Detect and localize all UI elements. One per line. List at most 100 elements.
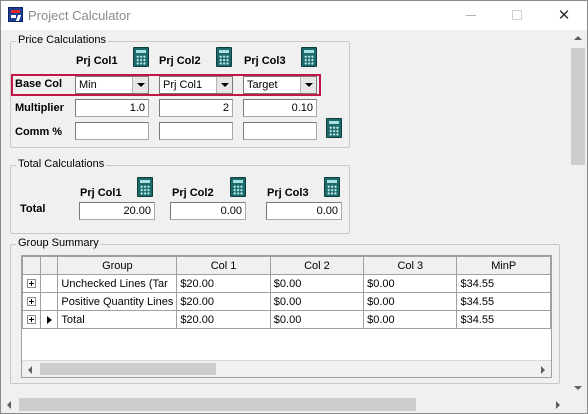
dropdown-arrow-icon[interactable] bbox=[300, 77, 316, 93]
summary-table: Group Col 1 Col 2 Col 3 MinP Unchecked L… bbox=[22, 256, 551, 329]
grid-horizontal-scrollbar[interactable] bbox=[22, 360, 551, 377]
cell-col1[interactable]: $20.00 bbox=[176, 274, 271, 293]
close-icon: ✕ bbox=[557, 7, 571, 24]
comm-field-2[interactable] bbox=[159, 122, 233, 140]
summary-group-label: Group Summary bbox=[16, 237, 101, 249]
calculator-icon[interactable] bbox=[216, 47, 232, 67]
multiplier-field-2[interactable]: 2 bbox=[159, 99, 233, 117]
table-row[interactable]: Unchecked Lines (Tar $20.00 $0.00 $0.00 … bbox=[22, 274, 551, 293]
cell-col2[interactable]: $0.00 bbox=[269, 292, 365, 311]
indicator-column-header bbox=[39, 256, 59, 275]
maximize-icon bbox=[512, 10, 522, 20]
window-vertical-scrollbar[interactable] bbox=[569, 30, 587, 396]
table-row[interactable]: Positive Quantity Lines $20.00 $0.00 $0.… bbox=[22, 292, 551, 311]
price-col1-header: Prj Col1 bbox=[76, 55, 118, 67]
multiplier-field-1[interactable]: 1.0 bbox=[75, 99, 149, 117]
comm-field-1[interactable] bbox=[75, 122, 149, 140]
total-label: Total bbox=[20, 203, 46, 215]
expand-plus-icon[interactable] bbox=[26, 297, 36, 307]
base-col-value-2: Prj Col1 bbox=[163, 79, 203, 91]
minimize-icon bbox=[466, 15, 476, 16]
scrollbar-corner bbox=[569, 396, 587, 413]
calculator-icon[interactable] bbox=[230, 177, 246, 197]
window-vscroll-thumb[interactable] bbox=[571, 48, 585, 165]
scroll-left-button[interactable] bbox=[22, 361, 39, 377]
column-header-minp[interactable]: MinP bbox=[456, 256, 551, 275]
close-button[interactable]: ✕ bbox=[541, 1, 587, 30]
price-col3-header: Prj Col3 bbox=[244, 55, 286, 67]
maximize-button[interactable] bbox=[494, 1, 540, 30]
calculator-icon[interactable] bbox=[133, 47, 149, 67]
cell-col2[interactable]: $0.00 bbox=[269, 310, 365, 329]
window-horizontal-scrollbar[interactable] bbox=[1, 396, 569, 413]
calculator-icon[interactable] bbox=[326, 118, 342, 138]
total-col3-header: Prj Col3 bbox=[267, 187, 309, 199]
cell-minp[interactable]: $34.55 bbox=[456, 310, 551, 329]
app-window: Project Calculator ✕ Price Calculations … bbox=[0, 0, 588, 414]
total-field-1[interactable]: 20.00 bbox=[79, 202, 155, 220]
group-summary-grid: Group Col 1 Col 2 Col 3 MinP Unchecked L… bbox=[21, 255, 552, 378]
base-col-select-3[interactable]: Target bbox=[243, 76, 317, 94]
expand-plus-icon[interactable] bbox=[26, 279, 36, 289]
cell-col3[interactable]: $0.00 bbox=[363, 274, 458, 293]
scroll-left-icon[interactable] bbox=[7, 401, 11, 409]
base-col-label: Base Col bbox=[15, 78, 63, 90]
column-header-col3[interactable]: Col 3 bbox=[363, 256, 458, 275]
cell-group[interactable]: Positive Quantity Lines bbox=[57, 292, 178, 311]
total-col2-header: Prj Col2 bbox=[172, 187, 214, 199]
calculator-icon[interactable] bbox=[324, 177, 340, 197]
expand-cell[interactable] bbox=[22, 292, 41, 311]
price-group-label: Price Calculations bbox=[16, 34, 109, 46]
total-field-3[interactable]: 0.00 bbox=[266, 202, 342, 220]
scroll-right-icon[interactable] bbox=[556, 401, 560, 409]
expand-column-header bbox=[22, 256, 41, 275]
window-title: Project Calculator bbox=[28, 8, 131, 23]
minimize-button[interactable] bbox=[448, 1, 494, 30]
app-logo-icon bbox=[8, 7, 23, 22]
row-indicator-cell bbox=[39, 274, 59, 293]
scroll-left-icon bbox=[28, 366, 32, 374]
multiplier-label: Multiplier bbox=[15, 102, 64, 114]
table-row[interactable]: Total $20.00 $0.00 $0.00 $34.55 bbox=[22, 310, 551, 329]
column-header-col1[interactable]: Col 1 bbox=[176, 256, 271, 275]
base-col-value-3: Target bbox=[247, 79, 278, 91]
scroll-right-icon bbox=[541, 366, 545, 374]
total-field-2[interactable]: 0.00 bbox=[170, 202, 246, 220]
base-col-select-1[interactable]: Min bbox=[75, 76, 149, 94]
base-col-select-2[interactable]: Prj Col1 bbox=[159, 76, 233, 94]
row-indicator-cell bbox=[39, 310, 59, 329]
calculator-icon[interactable] bbox=[301, 47, 317, 67]
cell-col3[interactable]: $0.00 bbox=[363, 310, 458, 329]
calculator-icon[interactable] bbox=[137, 177, 153, 197]
window-hscroll-thumb[interactable] bbox=[19, 398, 416, 411]
cell-col2[interactable]: $0.00 bbox=[269, 274, 365, 293]
expand-cell[interactable] bbox=[22, 274, 41, 293]
cell-group[interactable]: Unchecked Lines (Tar bbox=[57, 274, 178, 293]
cell-minp[interactable]: $34.55 bbox=[456, 292, 551, 311]
base-col-value-1: Min bbox=[79, 79, 97, 91]
comm-percent-label: Comm % bbox=[15, 126, 63, 138]
cell-col1[interactable]: $20.00 bbox=[176, 292, 271, 311]
price-col2-header: Prj Col2 bbox=[159, 55, 201, 67]
table-header-row: Group Col 1 Col 2 Col 3 MinP bbox=[22, 256, 551, 275]
dropdown-arrow-icon[interactable] bbox=[132, 77, 148, 93]
cell-col3[interactable]: $0.00 bbox=[363, 292, 458, 311]
cell-group[interactable]: Total bbox=[57, 310, 178, 329]
total-group-label: Total Calculations bbox=[16, 158, 107, 170]
expand-plus-icon[interactable] bbox=[26, 315, 36, 325]
cell-col1[interactable]: $20.00 bbox=[176, 310, 271, 329]
scroll-up-icon[interactable] bbox=[574, 36, 582, 40]
column-header-col2[interactable]: Col 2 bbox=[269, 256, 365, 275]
row-pointer-icon bbox=[46, 315, 52, 324]
scroll-down-icon[interactable] bbox=[574, 386, 582, 390]
expand-cell[interactable] bbox=[22, 310, 41, 329]
dropdown-arrow-icon[interactable] bbox=[216, 77, 232, 93]
row-indicator-cell bbox=[39, 292, 59, 311]
grid-scroll-thumb[interactable] bbox=[40, 363, 216, 375]
comm-field-3[interactable] bbox=[243, 122, 317, 140]
column-header-group[interactable]: Group bbox=[57, 256, 178, 275]
scroll-right-button[interactable] bbox=[534, 361, 551, 377]
multiplier-field-3[interactable]: 0.10 bbox=[243, 99, 317, 117]
total-col1-header: Prj Col1 bbox=[80, 187, 122, 199]
cell-minp[interactable]: $34.55 bbox=[456, 274, 551, 293]
